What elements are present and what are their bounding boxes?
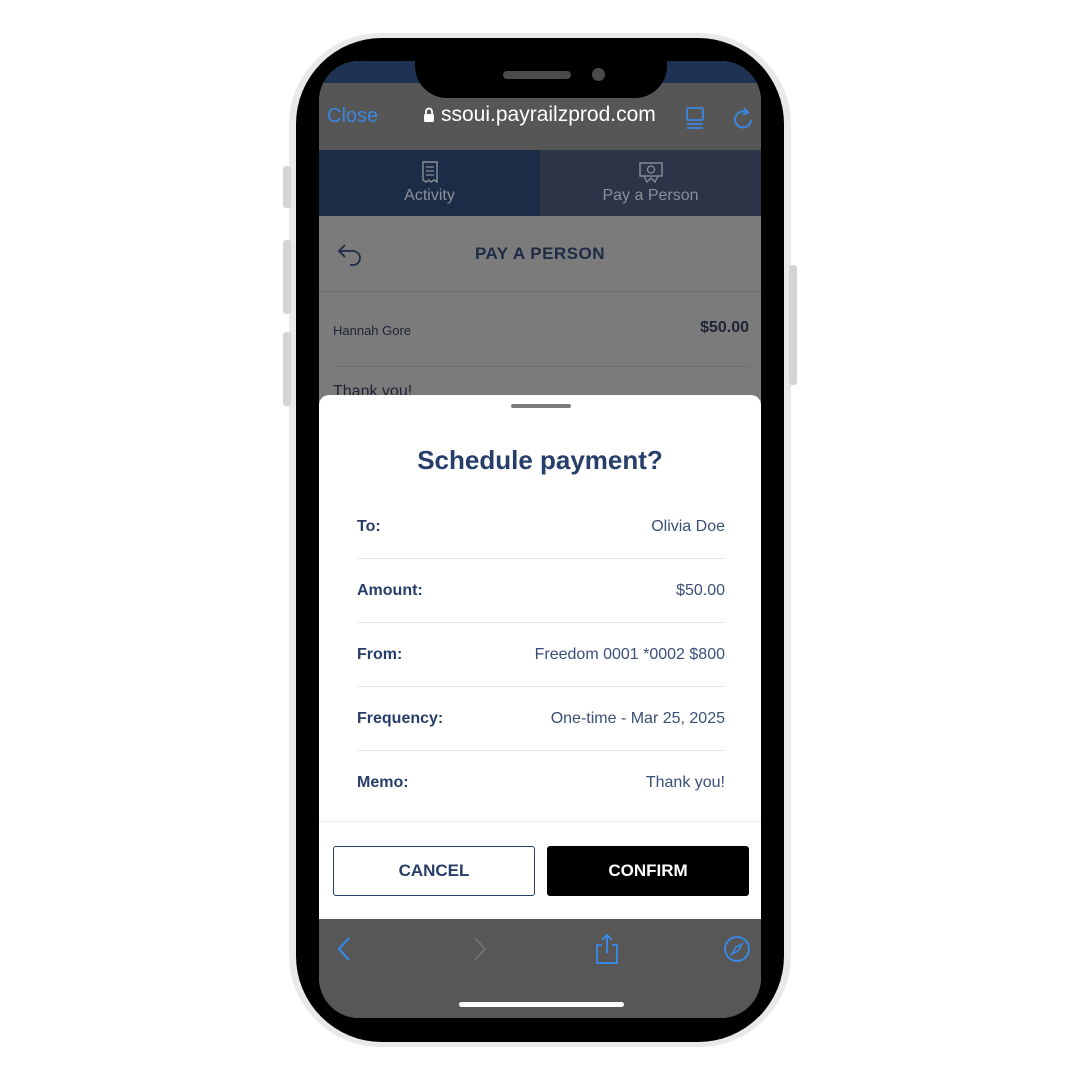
detail-value: Freedom 0001 *0002 $800 [534,645,725,663]
speaker [503,71,571,79]
detail-label: To: [357,517,381,535]
cancel-button[interactable]: CANCEL [333,846,535,896]
reload-icon[interactable] [731,105,755,131]
app-tab-bar: Activity Pay a Person [319,150,761,216]
volume-down-button [283,332,291,406]
close-button[interactable]: Close [327,105,378,128]
sheet-drag-handle[interactable] [511,404,571,408]
recipient-name: Hannah Gore [333,323,412,338]
share-icon[interactable] [594,933,620,965]
mute-switch [283,166,291,208]
phone-screen: Close ssoui.payrailzprod.com Activity Pa… [319,61,761,1018]
home-indicator[interactable] [459,1002,624,1007]
url-field[interactable]: ssoui.payrailzprod.com [423,103,656,127]
tab-pay-a-person[interactable]: Pay a Person [540,150,761,216]
tab-pay-a-person-label: Pay a Person [602,187,699,204]
page-title: PAY A PERSON [474,244,606,263]
detail-row-to: To: Olivia Doe [357,495,725,559]
receipt-icon [421,161,438,183]
confirm-button[interactable]: CONFIRM [547,846,749,896]
reader-mode-icon[interactable] [683,106,707,130]
detail-value: $50.00 [676,581,725,599]
detail-label: Frequency: [357,709,444,727]
tab-activity[interactable]: Activity [319,150,540,216]
back-chevron-icon[interactable] [335,935,355,963]
volume-up-button [283,240,291,314]
notch [415,38,667,98]
forward-chevron-icon[interactable] [469,935,489,963]
detail-value: Olivia Doe [651,517,725,535]
detail-label: Memo: [357,773,409,791]
detail-row-memo: Memo: Thank you! [357,751,725,814]
url-text: ssoui.payrailzprod.com [441,103,656,126]
divider [319,821,761,822]
detail-value: One-time - Mar 25, 2025 [550,709,725,727]
money-icon [638,162,663,183]
recipient-amount: $50.00 [700,319,749,336]
detail-label: From: [357,645,403,663]
divider [333,366,749,367]
tab-activity-label: Activity [404,187,455,204]
compass-icon[interactable] [723,935,751,963]
schedule-payment-sheet: Schedule payment? To: Olivia Doe Amount:… [319,395,761,919]
browser-toolbar [319,919,761,1018]
detail-label: Amount: [357,581,423,599]
detail-row-amount: Amount: $50.00 [357,559,725,623]
power-button [789,265,797,385]
detail-row-frequency: Frequency: One-time - Mar 25, 2025 [357,687,725,751]
dialog-title: Schedule payment? [417,445,663,475]
lock-icon [424,107,434,122]
divider [319,291,761,292]
pay-a-person-page: PAY A PERSON Hannah Gore $50.00 Thank yo… [319,216,761,400]
front-camera [592,68,605,81]
detail-row-from: From: Freedom 0001 *0002 $800 [357,623,725,687]
detail-value: Thank you! [645,773,725,791]
payment-details: To: Olivia Doe Amount: $50.00 From: Free… [357,495,725,814]
